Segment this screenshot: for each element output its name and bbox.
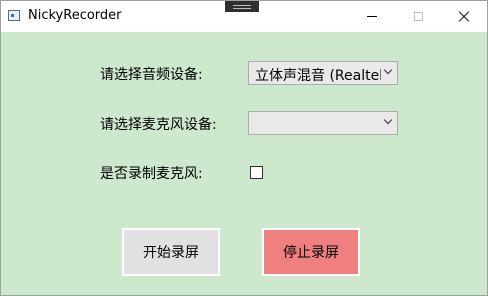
close-button[interactable] — [441, 1, 487, 32]
close-icon — [458, 11, 470, 23]
chevron-down-icon — [383, 65, 393, 75]
minimize-icon — [367, 16, 377, 17]
audio-device-select[interactable]: 立体声混音 (Realtek — [248, 61, 398, 85]
window-title: NickyRecorder — [28, 8, 122, 23]
minimize-button[interactable] — [349, 1, 395, 32]
app-icon — [8, 10, 20, 21]
chevron-down-icon — [383, 115, 393, 125]
title-bar[interactable]: NickyRecorder — [1, 1, 487, 32]
audio-device-label: 请选择音频设备: — [100, 67, 203, 83]
mic-device-select[interactable] — [248, 111, 398, 135]
record-mic-checkbox[interactable] — [250, 166, 263, 179]
stop-recording-button[interactable]: 停止录屏 — [262, 228, 360, 276]
drag-handle-icon[interactable] — [225, 1, 259, 12]
record-mic-label: 是否录制麦克风: — [100, 166, 203, 182]
maximize-icon — [413, 12, 423, 21]
app-window: NickyRecorder 请选择音频设备: 立体声混音 (Realtek 请选… — [0, 0, 488, 296]
start-recording-button[interactable]: 开始录屏 — [122, 228, 220, 276]
mic-device-label: 请选择麦克风设备: — [100, 117, 217, 133]
maximize-button[interactable] — [395, 1, 441, 32]
audio-device-value: 立体声混音 (Realtek — [255, 68, 381, 84]
